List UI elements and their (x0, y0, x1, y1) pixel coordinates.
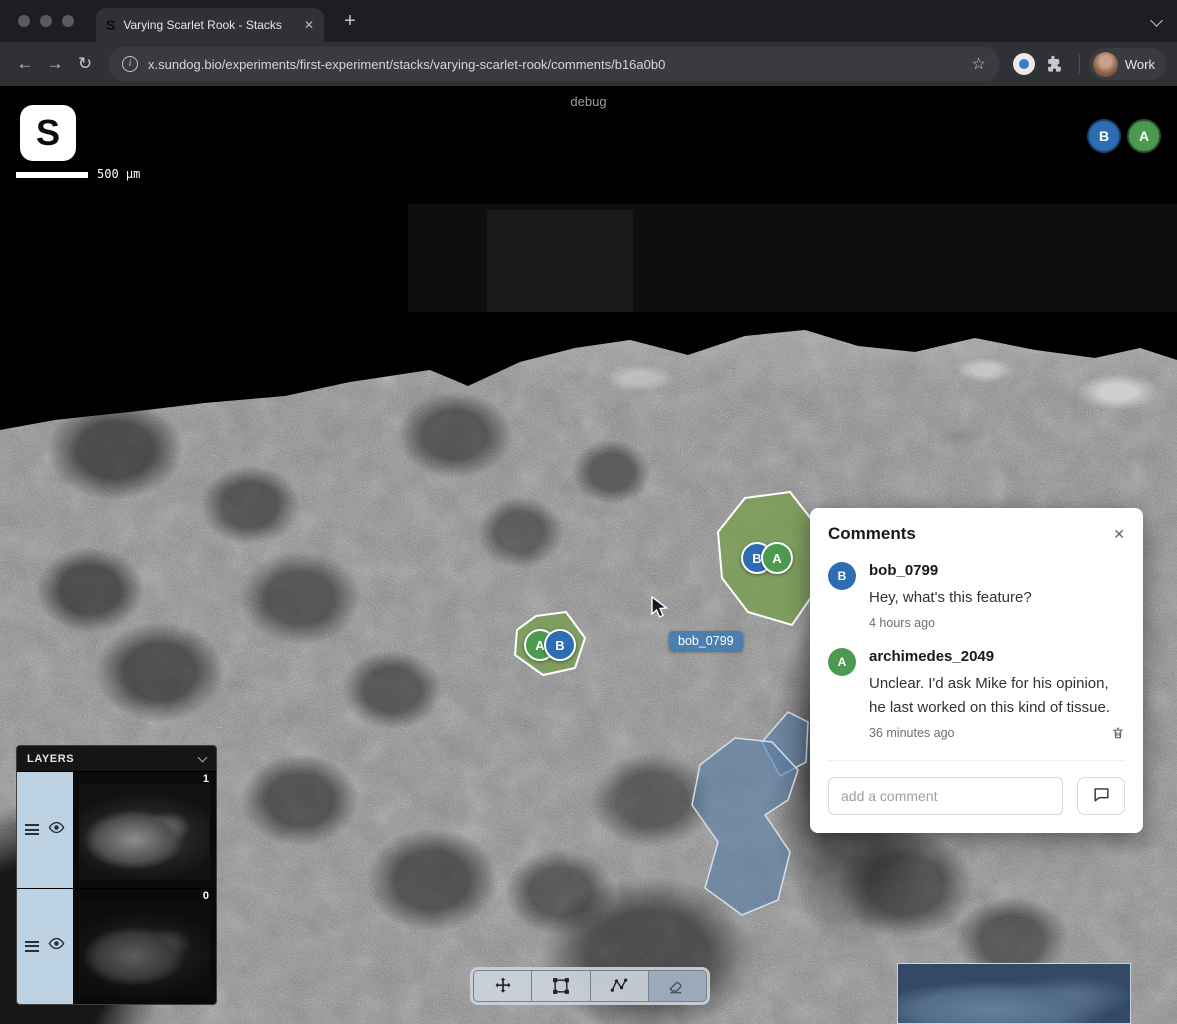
browser-chrome: S Varying Scarlet Rook - Stacks ✕ + ← → … (0, 0, 1177, 86)
layers-panel-title: LAYERS (27, 753, 199, 765)
url-text: x.sundog.bio/experiments/first-experimen… (148, 57, 962, 72)
comment-body: archimedes_2049 Unclear. I'd ask Mike fo… (869, 648, 1125, 740)
tab-title: Varying Scarlet Rook - Stacks (123, 18, 296, 32)
close-icon[interactable]: ✕ (1113, 527, 1125, 541)
chevron-down-icon[interactable] (198, 752, 208, 762)
avatar[interactable]: B (544, 629, 576, 661)
comment-text: Unclear. I'd ask Mike for his opinion, h… (869, 672, 1125, 719)
comment-input-row (828, 760, 1125, 815)
scale-bar-label: 500 μm (97, 167, 140, 181)
bookmark-star-icon[interactable]: ☆ (972, 54, 986, 74)
eraser-tool-button[interactable] (648, 970, 707, 1002)
comment-author: archimedes_2049 (869, 648, 1125, 665)
layer-row[interactable]: 1 (17, 771, 216, 888)
visibility-eye-icon[interactable] (48, 935, 65, 957)
comment-body: bob_0799 Hey, what's this feature? 4 hou… (869, 562, 1125, 630)
remote-cursor-icon (650, 596, 672, 625)
new-tab-button[interactable]: + (338, 9, 362, 33)
presence-avatar[interactable]: A (1127, 119, 1161, 153)
comment-item: B bob_0799 Hey, what's this feature? 4 h… (828, 562, 1125, 630)
transform-tool-button[interactable] (531, 970, 590, 1002)
layers-panel: LAYERS 1 (16, 745, 217, 1005)
minimap[interactable] (897, 963, 1131, 1024)
debug-label: debug (0, 94, 1177, 109)
zoom-window-button[interactable] (62, 15, 74, 27)
extensions-puzzle-icon[interactable] (1040, 49, 1070, 79)
layer-thumbnail-image (79, 784, 210, 880)
comment-meta: 36 minutes ago (869, 726, 1125, 740)
tab-strip: S Varying Scarlet Rook - Stacks ✕ + (0, 0, 1177, 42)
presence-avatar[interactable]: B (1087, 119, 1121, 153)
background-shade (487, 210, 633, 312)
layers-panel-header[interactable]: LAYERS (17, 746, 216, 771)
minimize-window-button[interactable] (40, 15, 52, 27)
avatar: A (828, 648, 856, 676)
annotation-avatar-cluster[interactable]: A B (524, 629, 576, 661)
scale-bar (16, 172, 88, 178)
layer-thumbnail[interactable]: 1 (73, 772, 216, 888)
comment-author: bob_0799 (869, 562, 1125, 579)
avatar[interactable]: A (761, 542, 793, 574)
browser-navbar: ← → ↻ i x.sundog.bio/experiments/first-e… (0, 42, 1177, 86)
address-bar[interactable]: i x.sundog.bio/experiments/first-experim… (108, 47, 1000, 81)
drag-handle-icon[interactable] (25, 941, 39, 952)
back-button[interactable]: ← (10, 49, 40, 79)
site-info-icon[interactable]: i (122, 56, 138, 72)
extension-badge-icon[interactable] (1013, 53, 1035, 75)
comment-text: Hey, what's this feature? (869, 586, 1125, 609)
comment-item: A archimedes_2049 Unclear. I'd ask Mike … (828, 648, 1125, 740)
tab-favicon: S (106, 17, 115, 33)
comment-timestamp: 36 minutes ago (869, 726, 954, 740)
layer-thumbnail[interactable]: 0 (73, 889, 216, 1005)
profile-avatar (1093, 52, 1118, 77)
move-tool-button[interactable] (473, 970, 532, 1002)
profile-chip[interactable]: Work (1089, 48, 1167, 80)
comment-bubble-icon (1092, 785, 1111, 807)
reload-button[interactable]: ↻ (70, 49, 100, 79)
comment-meta: 4 hours ago (869, 616, 1125, 630)
close-window-button[interactable] (18, 15, 30, 27)
app-logo[interactable]: S (20, 105, 76, 161)
delete-comment-trash-icon[interactable] (1111, 726, 1125, 740)
browser-tab[interactable]: S Varying Scarlet Rook - Stacks ✕ (96, 8, 324, 42)
annotation-avatar-cluster[interactable]: B A (741, 542, 793, 574)
comment-input[interactable] (828, 777, 1063, 815)
comments-header: Comments ✕ (828, 524, 1125, 544)
navbar-divider (1079, 54, 1080, 74)
window-controls (18, 15, 74, 27)
remote-cursor-label: bob_0799 (669, 631, 743, 651)
profile-label: Work (1125, 57, 1155, 72)
comments-panel: Comments ✕ B bob_0799 Hey, what's this f… (810, 508, 1143, 833)
comments-title: Comments (828, 524, 1113, 544)
tool-toolbar (470, 967, 710, 1005)
tab-close-icon[interactable]: ✕ (304, 18, 314, 32)
layer-thumbnail-image (79, 901, 210, 997)
visibility-eye-icon[interactable] (48, 819, 65, 841)
layer-controls (17, 772, 73, 888)
forward-button[interactable]: → (40, 49, 70, 79)
layer-controls (17, 889, 73, 1005)
layer-row[interactable]: 0 (17, 888, 216, 1005)
drag-handle-icon[interactable] (25, 824, 39, 835)
polygon-tool-button[interactable] (590, 970, 649, 1002)
comment-timestamp: 4 hours ago (869, 616, 935, 630)
avatar: B (828, 562, 856, 590)
browser-window: S Varying Scarlet Rook - Stacks ✕ + ← → … (0, 0, 1177, 1024)
submit-comment-button[interactable] (1077, 777, 1125, 815)
tab-search-chevron-icon[interactable] (1150, 14, 1163, 27)
presence-avatars: B A (1087, 119, 1161, 153)
slide-viewer: B A A B bob_0799 debug S 500 μm B A LAYE… (0, 86, 1177, 1024)
